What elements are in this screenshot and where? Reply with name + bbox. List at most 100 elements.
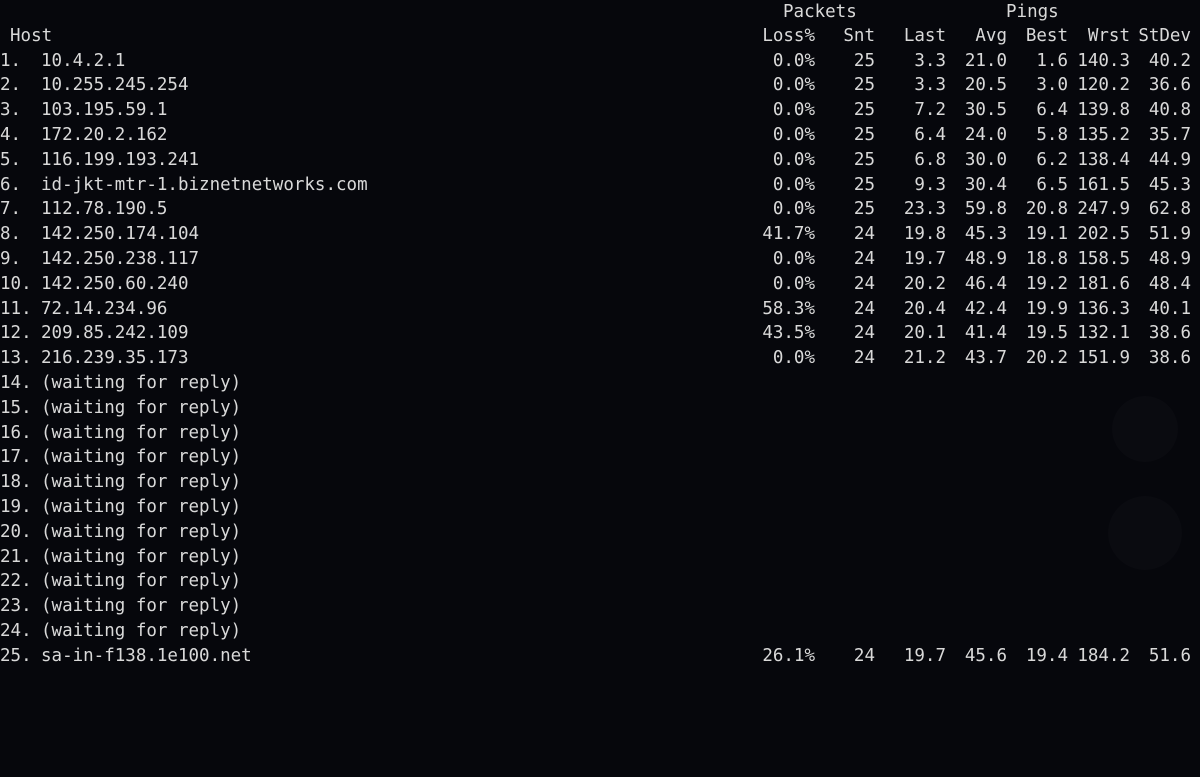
hop-last: 19.8 (903, 224, 946, 245)
hop-avg: 45.6 (964, 645, 1007, 666)
hop-snt: 25 (853, 75, 875, 96)
hop-stdev: 44.9 (1148, 149, 1191, 170)
hop-wrst: 181.6 (1077, 273, 1130, 294)
hop-row: 6. id-jkt-mtr-1.biznetnetworks.com 0.0% 25 9… (0, 173, 1200, 198)
hop-number: 14. (0, 372, 32, 393)
hop-snt: 25 (853, 50, 875, 71)
hop-number: 4. (0, 124, 22, 145)
hop-host: 142.250.60.240 (41, 273, 189, 294)
hop-last: 20.2 (903, 273, 946, 294)
hop-wrst: 151.9 (1077, 348, 1130, 369)
column-header-loss: Loss% (762, 26, 815, 46)
hop-number: 7. (0, 199, 22, 220)
hop-number: 20. (0, 521, 32, 542)
hop-last: 21.2 (903, 348, 946, 369)
hop-host: (waiting for reply) (41, 496, 242, 517)
hop-last: 9.3 (914, 174, 946, 195)
hop-host: 172.20.2.162 (41, 124, 168, 145)
hop-best: 5.8 (1036, 124, 1068, 145)
hop-best: 18.8 (1025, 248, 1068, 269)
hop-number: 13. (0, 348, 32, 369)
hop-stdev: 62.8 (1148, 199, 1191, 220)
hop-last: 20.4 (903, 298, 946, 319)
hop-number: 16. (0, 422, 32, 443)
hop-row: 8. 142.250.174.104 41.7% 24 19.8 45.3 19.1 202.… (0, 222, 1200, 247)
hop-host: 10.4.2.1 (41, 50, 126, 71)
hop-snt: 24 (853, 224, 875, 245)
hop-stdev: 36.6 (1148, 75, 1191, 96)
hop-best: 3.0 (1036, 75, 1068, 96)
hop-wrst: 202.5 (1077, 224, 1130, 245)
hop-stdev: 48.4 (1148, 273, 1191, 294)
hop-loss: 41.7% (762, 224, 815, 245)
hop-avg: 30.5 (964, 100, 1007, 121)
hop-best: 19.5 (1025, 323, 1068, 344)
hop-stdev: 38.6 (1148, 323, 1191, 344)
hop-best: 19.1 (1025, 224, 1068, 245)
hop-wrst: 135.2 (1077, 124, 1130, 145)
hop-row: 22. (waiting for reply) (0, 569, 1200, 594)
hop-host: (waiting for reply) (41, 620, 242, 641)
hop-last: 7.2 (914, 100, 946, 121)
hop-loss: 0.0% (772, 75, 815, 96)
hop-host: (waiting for reply) (41, 397, 242, 418)
hop-number: 15. (0, 397, 32, 418)
hop-row: 17. (waiting for reply) (0, 445, 1200, 470)
hop-host: (waiting for reply) (41, 571, 242, 592)
hop-best: 20.2 (1025, 348, 1068, 369)
hop-last: 20.1 (903, 323, 946, 344)
hop-row: 21. (waiting for reply) (0, 545, 1200, 570)
hop-snt: 24 (853, 323, 875, 344)
hop-row: 7. 112.78.190.5 0.0% 25 23.3 59.8 20.8 247.9 62.… (0, 197, 1200, 222)
hop-last: 6.4 (914, 124, 946, 145)
hop-snt: 25 (853, 199, 875, 220)
hop-number: 24. (0, 620, 32, 641)
hop-number: 17. (0, 447, 32, 468)
hop-row: 12. 209.85.242.109 43.5% 24 20.1 41.4 19.5 132.… (0, 321, 1200, 346)
hop-number: 23. (0, 596, 32, 617)
hop-number: 21. (0, 546, 32, 567)
hop-wrst: 247.9 (1077, 199, 1130, 220)
hop-number: 25. (0, 645, 32, 666)
hop-snt: 25 (853, 100, 875, 121)
hop-host: (waiting for reply) (41, 521, 242, 542)
hop-row: 25. sa-in-f138.1e100.net 26.1% 24 19.7 45.6 19… (0, 644, 1200, 669)
hop-row: 18. (waiting for reply) (0, 470, 1200, 495)
hop-avg: 30.0 (964, 149, 1007, 170)
column-header-host: Host (10, 26, 53, 46)
hop-stdev: 38.6 (1148, 348, 1191, 369)
hop-avg: 46.4 (964, 273, 1007, 294)
hop-stdev: 40.8 (1148, 100, 1191, 121)
hop-number: 18. (0, 472, 32, 493)
hop-best: 19.4 (1025, 645, 1068, 666)
hop-last: 6.8 (914, 149, 946, 170)
hop-loss: 0.0% (772, 273, 815, 294)
hop-snt: 25 (853, 174, 875, 195)
hop-host: (waiting for reply) (41, 447, 242, 468)
hop-wrst: 140.3 (1077, 50, 1130, 71)
hop-row: 24. (waiting for reply) (0, 619, 1200, 644)
hop-avg: 59.8 (964, 199, 1007, 220)
hop-host: 103.195.59.1 (41, 100, 168, 121)
column-header-best: Best (1025, 26, 1068, 46)
hop-host: (waiting for reply) (41, 546, 242, 567)
hop-number: 6. (0, 174, 22, 195)
hop-stdev: 40.1 (1148, 298, 1191, 319)
hop-number: 5. (0, 149, 22, 170)
hop-row: 9. 142.250.238.117 0.0% 24 19.7 48.9 18.8 158.5… (0, 247, 1200, 272)
hop-stdev: 45.3 (1148, 174, 1191, 195)
hop-stdev: 40.2 (1148, 50, 1191, 71)
hop-number: 19. (0, 496, 32, 517)
hop-avg: 20.5 (964, 75, 1007, 96)
group-header-packets: Packets (783, 2, 857, 22)
hop-host: (waiting for reply) (41, 596, 242, 617)
hop-loss: 0.0% (772, 248, 815, 269)
hop-row: 20. (waiting for reply) (0, 520, 1200, 545)
hop-loss: 0.0% (772, 100, 815, 121)
hop-loss: 0.0% (772, 124, 815, 145)
hop-wrst: 136.3 (1077, 298, 1130, 319)
hop-number: 10. (0, 273, 32, 294)
hop-number: 2. (0, 75, 22, 96)
hop-host: 116.199.193.241 (41, 149, 200, 170)
group-header-line: Packets Pings (0, 0, 1200, 25)
